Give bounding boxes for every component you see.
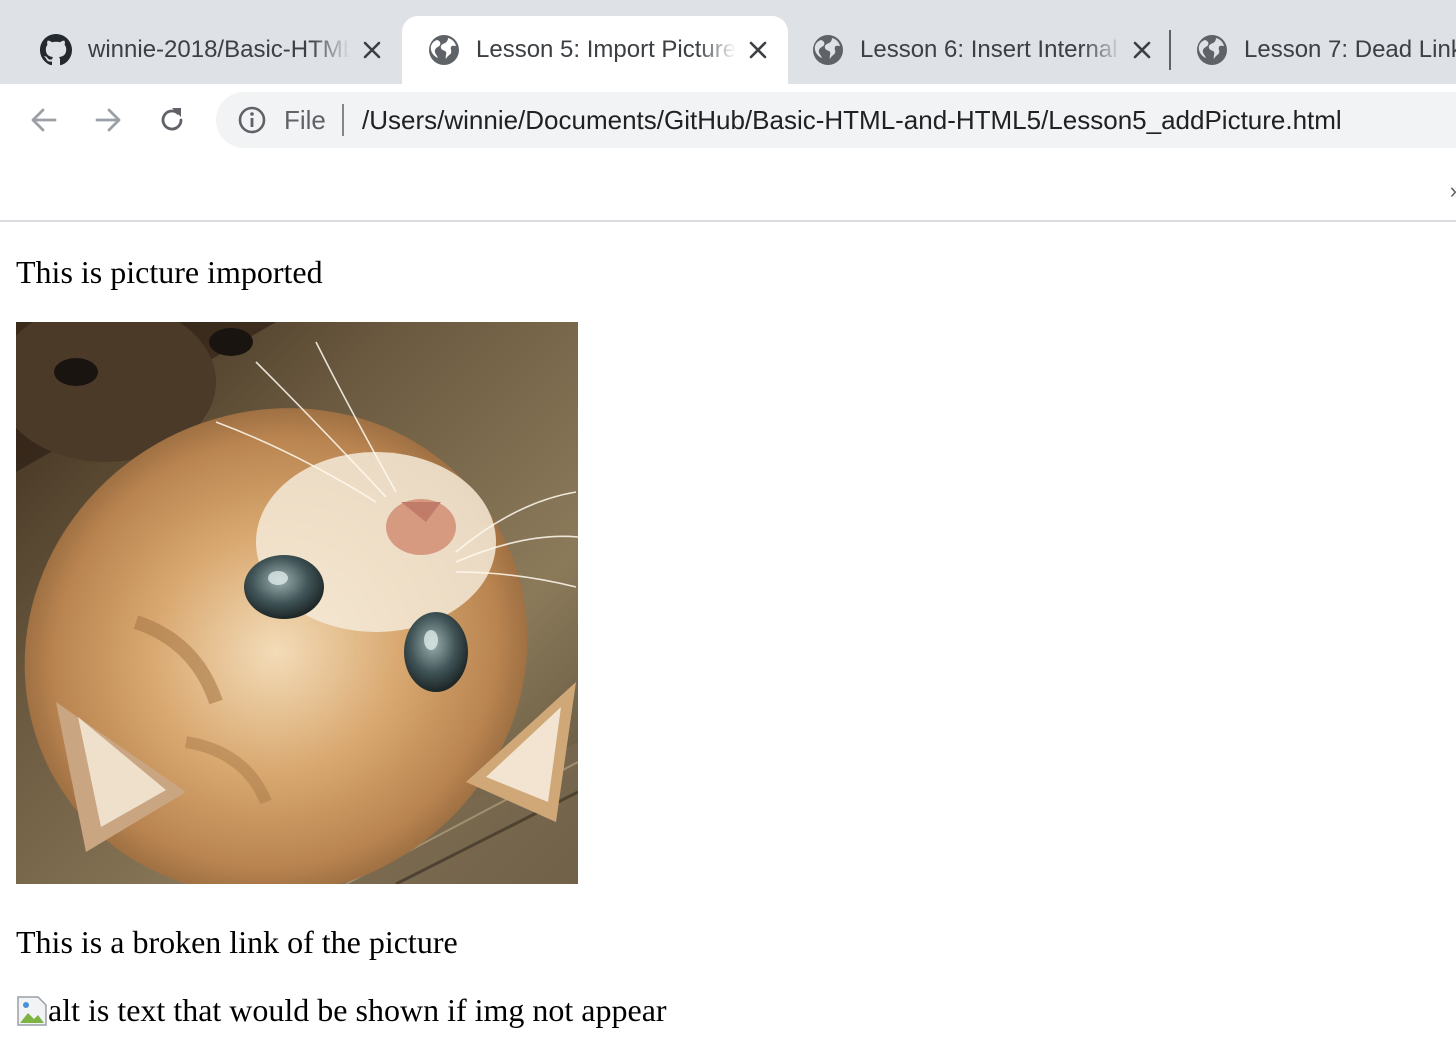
tab-title: winnie-2018/Basic-HTML-and-HTML5 <box>88 36 350 63</box>
tab-title: Lesson 5: Import Picture <box>476 36 737 63</box>
reload-icon[interactable] <box>150 98 194 142</box>
close-tab-icon[interactable] <box>746 38 770 62</box>
globe-icon <box>428 34 460 66</box>
omnibox-divider <box>342 104 344 136</box>
bookmarks-overflow-icon[interactable]: » <box>1450 178 1456 204</box>
close-tab-icon[interactable] <box>1130 38 1154 62</box>
broken-link-paragraph: This is a broken link of the picture <box>16 924 458 960</box>
browser-toolbar: File /Users/winnie/Documents/GitHub/Basi… <box>0 84 1456 156</box>
tab-lesson5-active[interactable]: Lesson 5: Import Picture <box>402 16 788 84</box>
tab-strip: winnie-2018/Basic-HTML-and-HTML5 Lesson … <box>0 0 1456 84</box>
page-content: This is picture imported This is a broke… <box>0 222 1456 1048</box>
scheme-label: File <box>284 105 326 135</box>
address-bar[interactable]: File /Users/winnie/Documents/GitHub/Basi… <box>216 92 1456 148</box>
broken-image-icon <box>16 995 48 1027</box>
intro-paragraph: This is picture imported <box>16 254 323 290</box>
globe-icon <box>1196 34 1228 66</box>
back-arrow-icon[interactable] <box>22 98 66 142</box>
image-alt-text: alt is text that would be shown if img n… <box>48 992 667 1028</box>
bookmarks-bar: » <box>0 156 1456 222</box>
tab-github-repo[interactable]: winnie-2018/Basic-HTML-and-HTML5 <box>14 16 402 84</box>
tab-title: Lesson 6: Insert Internal Link <box>860 36 1122 63</box>
globe-icon <box>812 34 844 66</box>
forward-arrow-icon[interactable] <box>86 98 130 142</box>
tab-lesson6[interactable]: Lesson 6: Insert Internal Link <box>786 16 1172 84</box>
kitten-image <box>16 322 578 884</box>
close-tab-icon[interactable] <box>360 38 384 62</box>
tab-lesson7[interactable]: Lesson 7: Dead Link <box>1170 16 1456 84</box>
github-icon <box>40 34 72 66</box>
url-text[interactable]: /Users/winnie/Documents/GitHub/Basic-HTM… <box>362 106 1342 134</box>
broken-image: alt is text that would be shown if img n… <box>16 992 667 1028</box>
tab-title: Lesson 7: Dead Link <box>1244 36 1456 63</box>
site-info-icon[interactable] <box>236 104 268 136</box>
